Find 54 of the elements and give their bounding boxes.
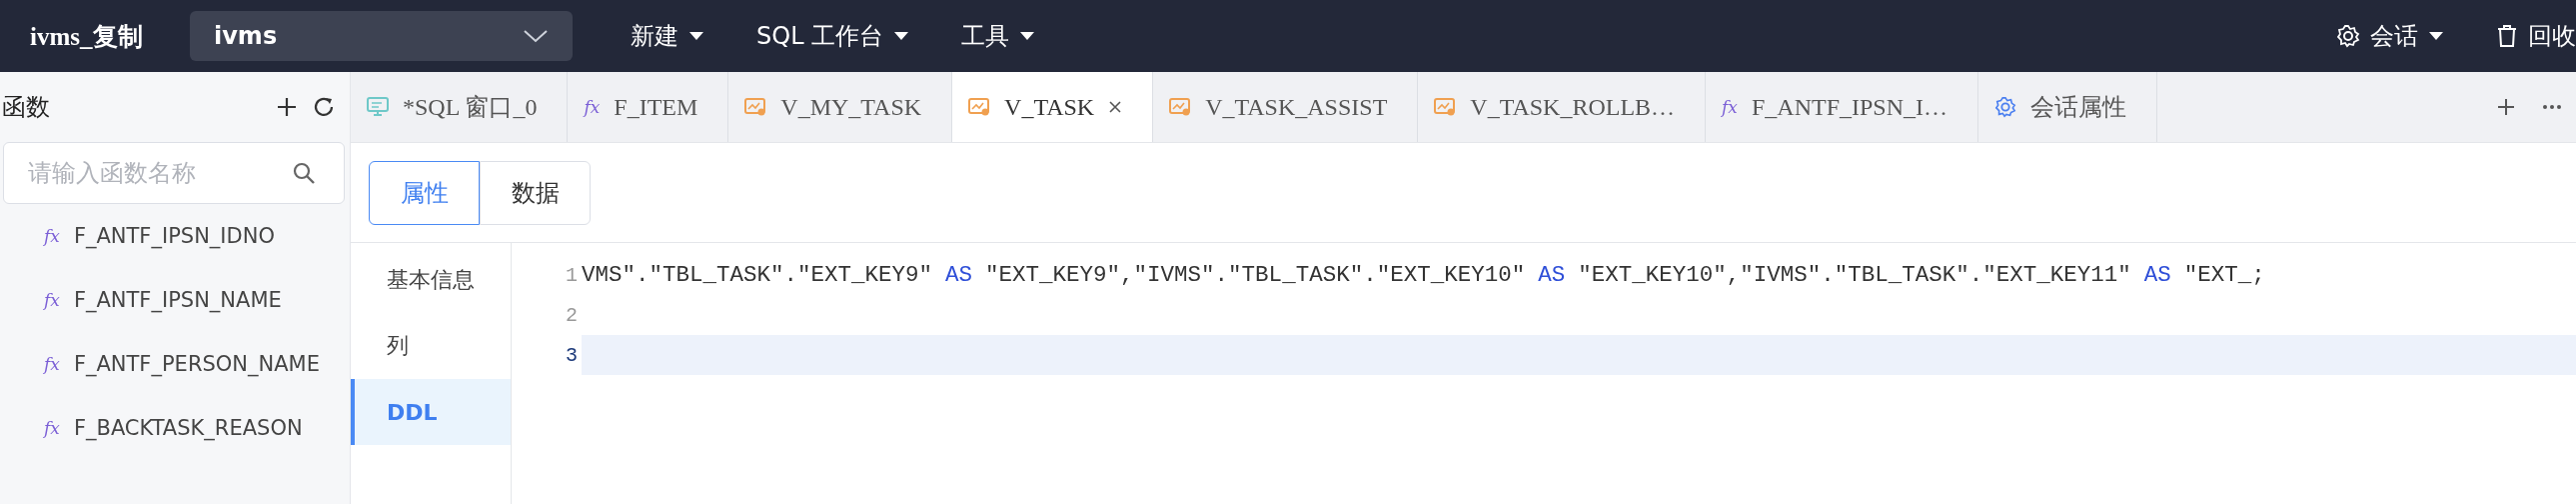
- chart-icon: [1169, 97, 1192, 117]
- connection-select[interactable]: ivms: [190, 11, 573, 61]
- caret-icon: [893, 31, 910, 41]
- line-number: 3: [565, 343, 579, 367]
- chart-icon: [968, 97, 991, 117]
- function-item[interactable]: fx F_BACKTASK_REASON: [0, 396, 350, 460]
- view-tab[interactable]: 属性: [369, 160, 480, 225]
- editor-tab[interactable]: fx F_ANTF_IPSN_I…: [1706, 72, 1978, 142]
- gear-icon: [2336, 24, 2360, 48]
- caret-icon: [688, 31, 704, 41]
- editor-tab[interactable]: *SQL 窗口_0: [351, 72, 569, 142]
- more-icon[interactable]: [2542, 104, 2562, 110]
- trash-icon: [2496, 24, 2518, 48]
- editor-tab[interactable]: V_TASK: [952, 72, 1154, 142]
- sql-keyword: AS: [945, 262, 973, 288]
- refresh-icon[interactable]: [312, 95, 336, 119]
- monitor-icon: [367, 97, 389, 117]
- session-menu[interactable]: 会话: [2336, 20, 2444, 52]
- code-editor[interactable]: 1 VMS"."TBL_TASK"."EXT_KEY9" AS "EXT_KEY9","IVMS"."TBL_TASK"."EXT_KEY10" AS "EXT_KEY10","IVMS"."TBL_TASK"."EXT_KEY11" AS "EXT_; 2 3: [512, 243, 2576, 504]
- sql-keyword: AS: [1538, 262, 1566, 288]
- function-item[interactable]: fx F_ANTF_IPSN_NAME: [0, 268, 350, 332]
- search-input[interactable]: 请输入函数名称: [26, 158, 292, 188]
- menu-button[interactable]: SQL 工作台: [756, 20, 910, 52]
- gear-icon: [1994, 96, 2016, 118]
- function-item[interactable]: fx F_ANTF_IPSN_IDNO: [0, 204, 350, 268]
- menu-button[interactable]: 工具: [961, 20, 1036, 52]
- chart-icon: [744, 97, 767, 117]
- menu-button[interactable]: 新建: [631, 20, 704, 52]
- function-item[interactable]: fx F_ANTF_PERSON_NAME: [0, 332, 350, 396]
- line-number: 2: [565, 303, 579, 327]
- connection-title: ivms_复制: [30, 21, 144, 52]
- search-icon: [292, 161, 316, 185]
- add-tab-icon[interactable]: [2496, 97, 2516, 117]
- editor-tab[interactable]: fx F_ITEM: [568, 72, 729, 142]
- line-number: 1: [565, 263, 579, 287]
- caret-icon: [1019, 31, 1036, 41]
- code-text: VMS"."TBL_TASK"."EXT_KEY9": [582, 262, 933, 288]
- section-item[interactable]: 基本信息: [351, 247, 511, 313]
- chevron-icon: [523, 28, 549, 44]
- section-item[interactable]: 列: [351, 313, 511, 379]
- trash-button[interactable]: 回收: [2496, 20, 2576, 52]
- add-icon[interactable]: [276, 96, 298, 118]
- close-icon[interactable]: [1108, 100, 1123, 114]
- editor-tab[interactable]: V_TASK_ROLLB…: [1418, 72, 1707, 142]
- panel-title: 函数: [2, 92, 51, 123]
- view-tab[interactable]: 数据: [480, 160, 591, 225]
- editor-tab[interactable]: 会话属性: [1978, 72, 2157, 142]
- code-text: "EXT_;: [2183, 262, 2265, 288]
- sql-keyword: AS: [2143, 262, 2171, 288]
- chart-icon: [1434, 97, 1457, 117]
- editor-tab[interactable]: V_TASK_ASSIST: [1153, 72, 1419, 142]
- code-text: "EXT_KEY9","IVMS"."TBL_TASK"."EXT_KEY10": [985, 262, 1526, 288]
- code-text: "EXT_KEY10","IVMS"."TBL_TASK"."EXT_KEY11": [1578, 262, 2131, 288]
- search-field[interactable]: 请输入函数名称: [3, 142, 345, 204]
